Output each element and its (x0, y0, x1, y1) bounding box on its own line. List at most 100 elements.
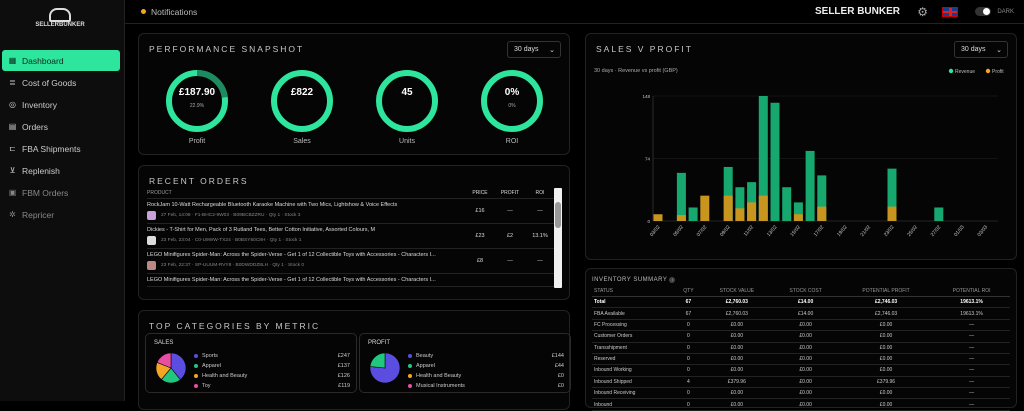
order-title[interactable]: LEGO Minifigures Spider-Man: Across the … (147, 252, 457, 258)
inventory-cell: £0.00 (839, 387, 934, 400)
inventory-cell: 0 (675, 319, 702, 332)
inventory-cell: £0.00 (772, 353, 839, 366)
range-select[interactable]: 30 days ⌄ (507, 41, 561, 58)
sidebar-item-cost-of-goods[interactable]: ≣ Cost of Goods (2, 72, 120, 93)
inventory-cell: £0.00 (772, 387, 839, 400)
order-title[interactable]: Dickies - T-Shirt for Men, Pack of 3 Rut… (147, 227, 457, 233)
inventory-col-header: STOCK VALUE (701, 286, 773, 297)
inventory-cell: 0 (675, 342, 702, 354)
profit-bar[interactable] (758, 195, 768, 221)
legend-name: Toy (202, 383, 211, 389)
inventory-cell: £14.00 (772, 296, 839, 309)
order-row[interactable]: LEGO Minifigures Spider-Man: Across the … (147, 273, 555, 287)
profit-bar[interactable] (887, 206, 897, 221)
metric-roi: 0% 0% ROI (479, 68, 545, 145)
sales-v-profit-card: SALES V PROFIT 30 days ⌄ 30 days · Revenu… (585, 33, 1017, 260)
pie-slice (369, 352, 386, 369)
legend-label[interactable]: Profit (992, 69, 1004, 75)
profit-bar[interactable] (747, 202, 757, 221)
revenue-bar[interactable] (770, 102, 780, 221)
info-icon[interactable]: i (669, 277, 676, 283)
revenue-bar[interactable] (805, 150, 815, 221)
legend-swatch (408, 374, 412, 378)
inventory-row: Transshipment 0 £0.00 £0.00 £0.00— (592, 342, 1010, 354)
y-tick-label: 74 (645, 157, 651, 162)
theme-label: DARK (997, 8, 1014, 15)
truck-icon: ⊏ (9, 144, 16, 153)
revenue-bar[interactable] (934, 207, 944, 221)
inventory-cell: £2,760.03 (701, 307, 773, 320)
logo[interactable]: SELLERBUNKER (30, 8, 90, 30)
orders-scrollbar[interactable] (554, 188, 562, 288)
x-tick-label: 11/02 (743, 224, 756, 237)
order-profit (495, 273, 525, 287)
sidebar-item-fba-shipments[interactable]: ⊏ FBA Shipments (2, 138, 120, 159)
legend-swatch (194, 354, 198, 358)
profit-bar[interactable] (653, 214, 663, 221)
inventory-col-header: POTENTIAL ROI (933, 286, 1010, 297)
category-profit: PROFIT Beauty £144 Apparel £44 Health and Bea… (359, 333, 571, 393)
sidebar-item-fbm-orders[interactable]: ▣ FBM Orders (2, 182, 120, 203)
inventory-cell: £379.96 (701, 376, 773, 389)
sidebar-item-dashboard[interactable]: ▦ Dashboard (2, 50, 120, 71)
settings-gear-icon[interactable]: ⚙ (917, 5, 928, 19)
uk-flag-icon[interactable] (942, 6, 958, 17)
order-row[interactable]: Dickies - T-Shirt for Men, Pack of 3 Rut… (147, 223, 555, 249)
sidebar-item-orders[interactable]: ▤ Orders (2, 116, 120, 137)
inventory-row: Customer Orders 0 £0.00 £0.00 £0.00— (592, 330, 1010, 343)
inventory-cell: FC Processing (592, 319, 676, 332)
metric-sub: 22.9% (189, 103, 205, 109)
legend-swatch (194, 384, 198, 388)
legend-item: Health and Beauty £0 (408, 371, 568, 381)
revenue-bar[interactable] (676, 172, 686, 221)
legend-label[interactable]: Revenue (955, 69, 975, 75)
inventory-cell: Customer Orders (592, 330, 676, 343)
sidebar-item-replenish[interactable]: ⊻ Replenish (2, 160, 120, 181)
pie-chart (369, 352, 401, 384)
legend-swatch (948, 68, 954, 74)
inventory-col-header: STATUS (592, 286, 676, 297)
revenue-bar[interactable] (688, 207, 698, 221)
order-roi: — (525, 248, 555, 274)
metric-sub: 0% (508, 103, 516, 109)
inventory-cell: £0.00 (839, 353, 934, 366)
sidebar-item-inventory[interactable]: ◎ Inventory (2, 94, 120, 115)
legend-item: Toy £119 (194, 381, 354, 391)
profit-bar[interactable] (676, 215, 686, 221)
col-product: PRODUCT (147, 188, 465, 199)
sidebar-item-repricer[interactable]: ✲ Repricer (2, 204, 120, 225)
inventory-cell: — (933, 319, 1010, 332)
legend-item: Apparel £44 (408, 361, 568, 371)
scroll-thumb[interactable] (555, 202, 561, 228)
revenue-bar[interactable] (782, 187, 792, 221)
notifications-link[interactable]: Notifications (141, 7, 197, 17)
profit-bar[interactable] (735, 208, 745, 221)
x-tick-label: 03/03 (976, 224, 989, 238)
order-row[interactable]: RockJam 10-Watt Rechargeable Bluetooth K… (147, 198, 555, 224)
recent-orders-card: RECENT ORDERS PRODUCT PRICE PROFIT ROI R… (138, 165, 570, 300)
inventory-cell: £2,746.03 (839, 296, 934, 309)
x-tick-label: 15/02 (789, 224, 802, 238)
profit-bar[interactable] (817, 206, 827, 221)
inventory-cell: £0.00 (772, 330, 839, 343)
inventory-cell: £0.00 (772, 376, 839, 389)
profit-bar[interactable] (723, 195, 733, 221)
inventory-cell: £379.96 (839, 376, 934, 389)
profit-bar[interactable] (700, 195, 710, 221)
sidebar: SELLERBUNKER ▦ Dashboard ≣ Cost of Goods ◎ In… (0, 0, 125, 401)
theme-toggle[interactable] (975, 7, 991, 16)
order-meta: 27 Feb, 14:08 · F1-BHC2-9W03 · B09BCBZZR… (147, 211, 465, 220)
ring-track (481, 70, 543, 132)
inventory-cell: 0 (675, 330, 702, 343)
inventory-col-header: QTY (675, 286, 702, 297)
coins-icon: ≣ (9, 78, 16, 87)
order-row[interactable]: LEGO Minifigures Spider-Man: Across the … (147, 248, 555, 274)
metric-units: 45 Units (374, 68, 440, 145)
order-title[interactable]: RockJam 10-Watt Rechargeable Bluetooth K… (147, 202, 457, 208)
order-title[interactable]: LEGO Minifigures Spider-Man: Across the … (147, 277, 457, 283)
legend-name: Sports (202, 353, 218, 359)
profit-bar[interactable] (793, 214, 803, 221)
inventory-cell: — (933, 364, 1010, 377)
legend-value: £0 (557, 373, 564, 379)
brand-name: SELLER BUNKER (814, 6, 900, 17)
